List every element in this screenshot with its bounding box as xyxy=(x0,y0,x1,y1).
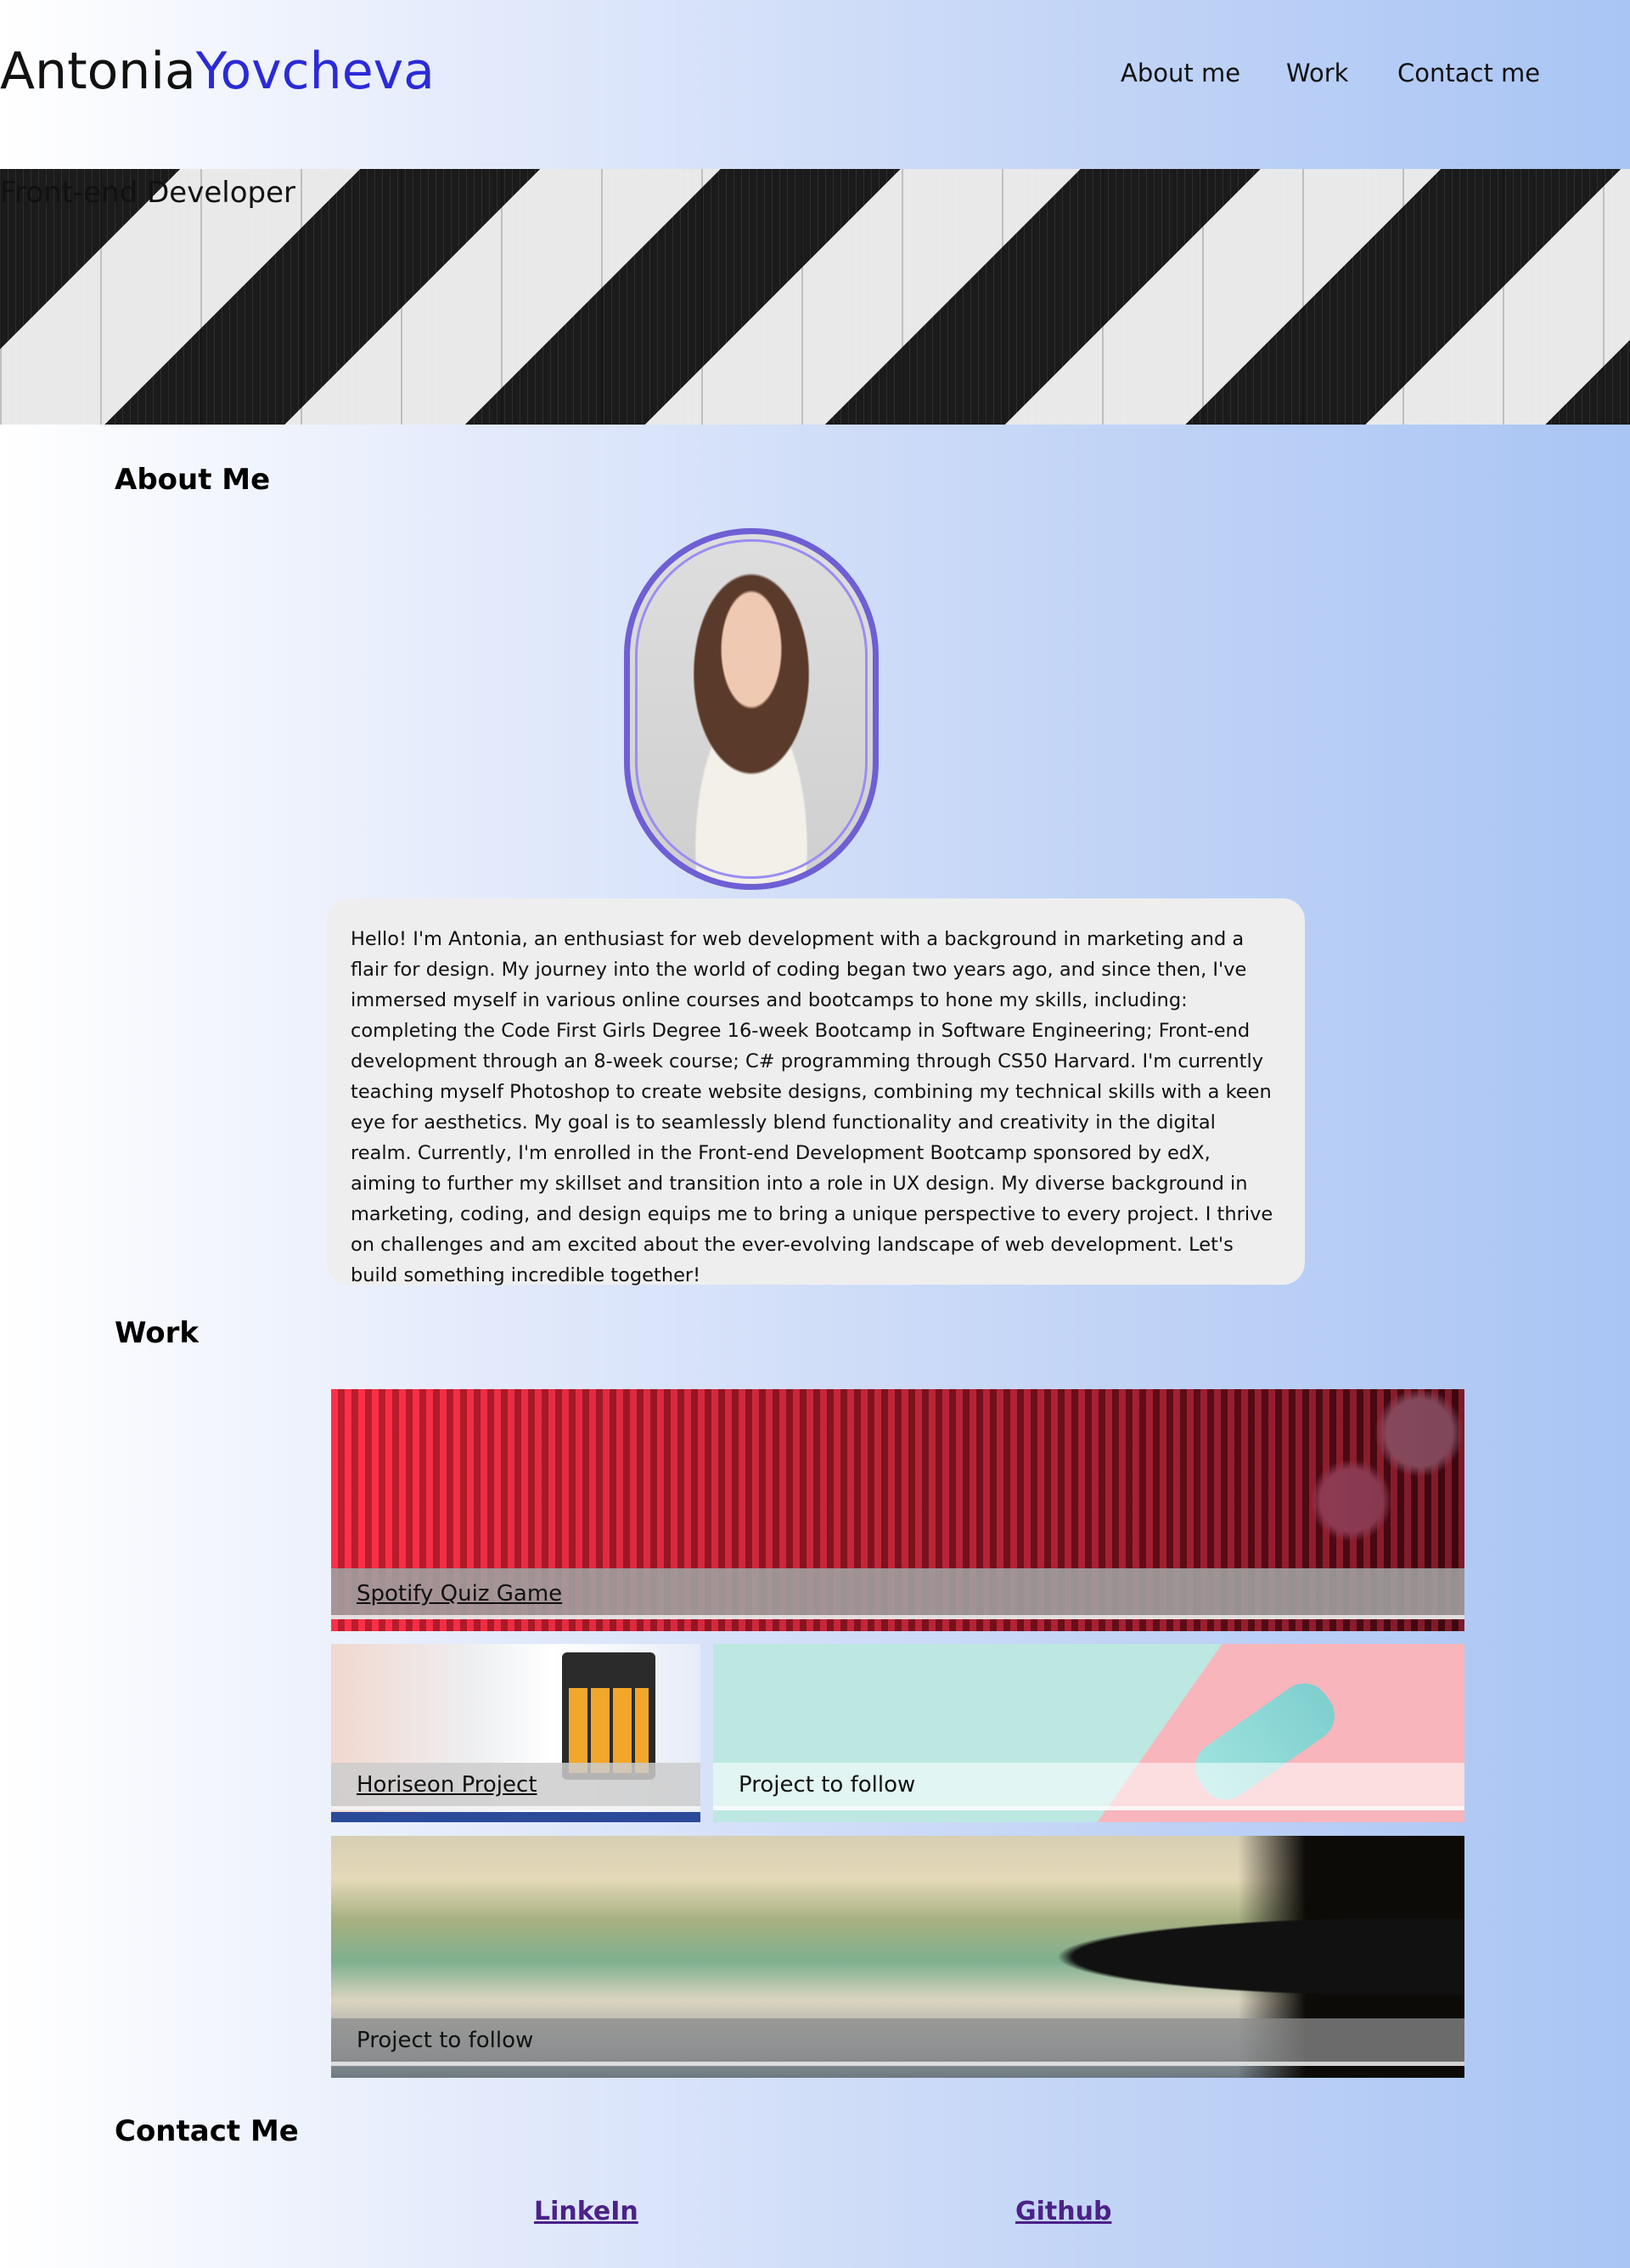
project-link-horiseon[interactable]: Horiseon Project xyxy=(357,1771,537,1798)
work-heading: Work xyxy=(115,1316,200,1350)
main-nav: About me Work Contact me xyxy=(1121,56,1630,90)
nav-link-contact[interactable]: Contact me xyxy=(1397,56,1540,90)
nav-link-about[interactable]: About me xyxy=(1121,56,1240,90)
project-card-horiseon[interactable]: Horiseon Project xyxy=(331,1644,700,1822)
project-label-follow-1: Project to follow xyxy=(739,1772,916,1798)
linkedin-link[interactable]: LinkeIn xyxy=(534,2195,638,2229)
project-link-spotify[interactable]: Spotify Quiz Game xyxy=(357,1580,562,1607)
hero-title: Front-end Developer xyxy=(0,176,295,210)
brand-first-name: Antonia xyxy=(0,42,196,101)
about-text: Hello! I'm Antonia, an enthusiast for we… xyxy=(327,898,1305,1286)
contact-heading: Contact Me xyxy=(115,2114,299,2148)
brand-last-name: Yovcheva xyxy=(195,42,435,101)
project-card-follow-1[interactable]: Project to follow xyxy=(713,1644,1464,1822)
about-heading: About Me xyxy=(115,463,271,497)
profile-photo-ring xyxy=(635,539,868,879)
project-card-follow-2[interactable]: Project to follow xyxy=(331,1836,1464,2078)
project-label-follow-2: Project to follow xyxy=(357,2028,534,2053)
project-card-spotify[interactable]: Spotify Quiz Game xyxy=(331,1389,1464,1631)
site-brand: AntoniaYovcheva xyxy=(0,41,435,102)
github-link[interactable]: Github xyxy=(1015,2195,1111,2229)
calculator-image xyxy=(562,1652,655,1780)
nav-link-work[interactable]: Work xyxy=(1286,56,1348,90)
profile-photo xyxy=(624,528,879,890)
